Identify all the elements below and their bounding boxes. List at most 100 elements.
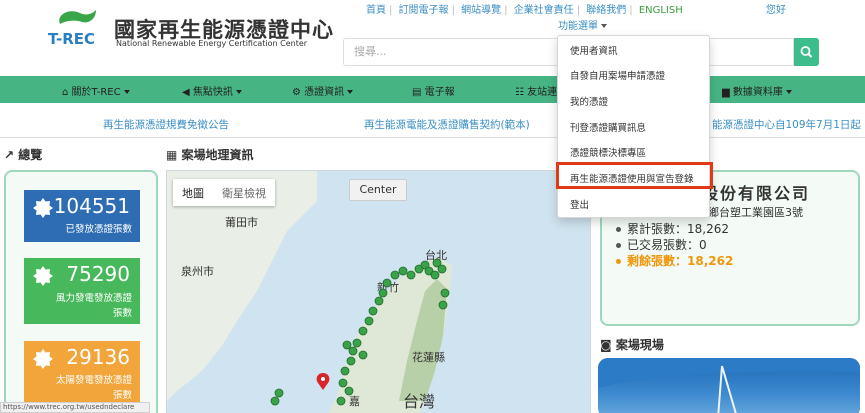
divider — [0, 137, 865, 138]
newspaper-icon: ▤ — [412, 87, 422, 98]
logo-title-en: National Renewable Energy Certification … — [116, 39, 308, 48]
site-marker — [348, 346, 358, 356]
certificate-badge-icon — [33, 349, 53, 369]
stat-card-wind: 75290 風力發電發放憑證 張數 — [24, 258, 140, 324]
binoculars-icon: ◙ — [600, 338, 612, 352]
site-marker — [390, 270, 400, 280]
map-section-title-text: 案場地理資訊 — [181, 148, 254, 162]
link-sitemap[interactable]: 網站導覽 — [461, 5, 501, 16]
bullet-icon — [616, 259, 621, 264]
logo-mark-text: T-REC — [48, 30, 95, 48]
site-marker — [352, 338, 362, 348]
link-subscribe[interactable]: 訂閱電子報 — [399, 5, 449, 16]
menu-item-self-use-apply[interactable]: 自發自用案場申請憑證 — [570, 68, 665, 82]
trec-logo-icon: T-REC — [48, 10, 96, 48]
site-marker — [382, 278, 392, 288]
site-photo — [598, 358, 860, 413]
menu-item-user-info[interactable]: 使用者資訊 — [570, 43, 618, 57]
site-logo[interactable]: T-REC 國家再生能源憑證中心 National Renewable Ener… — [46, 10, 333, 50]
nav-database-label: 數據資料庫 — [732, 87, 783, 98]
search-button[interactable] — [794, 38, 819, 66]
selected-site-pin-icon — [316, 373, 330, 390]
site-marker — [438, 300, 448, 310]
site-marker — [270, 396, 280, 406]
function-menu-toggle[interactable]: 功能選單 — [558, 17, 607, 32]
site-marker — [440, 288, 450, 298]
map-tab-map[interactable]: 地圖 — [173, 179, 213, 207]
site-stat-total-label: 累計張數： — [627, 222, 688, 236]
stat-wind-label-line: 風力發電發放憑證 — [55, 293, 132, 304]
caret-down-icon — [235, 90, 242, 94]
site-stat-traded-label: 已交易張數： — [627, 238, 700, 252]
stat-total-label: 已發放憑證張數 — [65, 224, 132, 235]
menu-item-logout[interactable]: 登出 — [570, 197, 589, 211]
map-label-putian: 莆田市 — [225, 215, 258, 229]
map-canvas: 莆田市 泉州市 台北 新竹 花蓮縣 台灣 嘉 — [167, 171, 452, 413]
link-csr[interactable]: 企業社會責任 — [514, 5, 574, 16]
announcement-item[interactable]: 能源憑證中心自109年7月1日起 — [712, 117, 861, 132]
map-tab-satellite[interactable]: 衛星檢視 — [213, 179, 275, 207]
site-photo-title: ◙ 案場現場 — [600, 336, 664, 353]
site-company-name: 股份有限公司 — [702, 184, 811, 203]
status-bar-url: https://www.trec.org.tw/usedndeclare — [0, 402, 150, 413]
home-icon: ⌂ — [62, 87, 69, 98]
announcement-item[interactable]: 再生能源憑證規費免徵公告 — [103, 117, 229, 132]
menu-item-highlight — [556, 162, 713, 189]
gear-icon: ⚙ — [292, 87, 301, 98]
menu-item-post-purchase[interactable]: 刊登憑證購買訊息 — [570, 120, 646, 134]
nav-newsletter[interactable]: ▤ 電子報 — [412, 83, 455, 98]
site-marker — [398, 266, 408, 276]
map-center-button[interactable]: Center — [349, 179, 407, 201]
map-type-tabs: 地圖 衛星檢視 — [173, 179, 275, 206]
top-links: 首頁 | 訂閱電子報 | 網站導覽 | 企業社會責任 | 聯絡我們 | ENGLISH — [366, 1, 683, 16]
stat-wind-label: 風力發電發放憑證 張數 — [56, 291, 132, 321]
link-contact[interactable]: 聯絡我們 — [586, 5, 626, 16]
nav-partner-sites-label: 友站連 — [527, 87, 558, 98]
site-marker — [336, 396, 346, 406]
site-photo-title-text: 案場現場 — [615, 338, 664, 352]
map-label-chiayi: 嘉 — [349, 394, 360, 408]
separator: | — [389, 5, 393, 16]
bullhorn-icon: ◀ — [182, 87, 190, 98]
menu-item-my-certificates[interactable]: 我的憑證 — [570, 94, 608, 108]
menu-item-bidding-area[interactable]: 憑證競標決標專區 — [570, 145, 646, 159]
site-marker — [406, 270, 416, 280]
site-stat-traded: 已交易張數：0 — [616, 236, 707, 253]
link-home[interactable]: 首頁 — [366, 5, 386, 16]
site-marker — [378, 288, 388, 298]
nav-about[interactable]: ⌂ 關於T-REC — [62, 83, 130, 98]
map-label-quanzhou: 泉州市 — [181, 264, 214, 278]
main-nav: ⌂ 關於T-REC ◀ 焦點快訊 ⚙ 憑證資訊 ▤ 電子報 ☷ 友站連 ▆ 數據… — [0, 76, 865, 103]
overview-title: ↗ 總覽 — [4, 146, 42, 163]
site-map[interactable]: 莆田市 泉州市 台北 新竹 花蓮縣 台灣 嘉 地圖 衛星檢視 Center — [166, 170, 591, 413]
function-menu-dropdown: 使用者資訊 自發自用案場申請憑證 我的憑證 刊登憑證購買訊息 憑證競標決標專區 … — [557, 35, 710, 218]
site-marker — [374, 296, 384, 306]
nav-database[interactable]: ▆ 數據資料庫 — [722, 83, 792, 98]
site-marker — [364, 316, 374, 326]
map-label-taiwan: 台灣 — [403, 392, 435, 411]
site-stat-remaining-value: 18,262 — [687, 254, 734, 268]
nav-news-label: 焦點快訊 — [192, 87, 233, 98]
announcement-item[interactable]: 再生能源電能及憑證購售契約(範本) — [364, 117, 530, 132]
link-english[interactable]: ENGLISH — [639, 5, 683, 16]
stat-solar-value: 29136 — [66, 345, 130, 369]
wind-turbine-image — [598, 358, 860, 413]
site-stat-remaining-label: 剩餘張數： — [627, 254, 688, 268]
site-marker — [346, 356, 356, 366]
map-icon: ▦ — [166, 148, 178, 162]
announcement-ticker: 再生能源憑證規費免徵公告 再生能源電能及憑證購售契約(範本) 能源憑證中心自10… — [0, 113, 865, 135]
separator: | — [451, 5, 455, 16]
line-chart-icon: ↗ — [4, 148, 15, 162]
nav-partner-sites[interactable]: ☷ 友站連 — [515, 83, 557, 98]
map-label-hualien: 花蓮縣 — [412, 350, 445, 364]
bullet-icon — [616, 227, 621, 232]
caret-down-icon — [785, 90, 792, 94]
nav-cert-info-label: 憑證資訊 — [304, 87, 345, 98]
nav-news[interactable]: ◀ 焦點快訊 — [182, 83, 242, 98]
site-marker — [358, 326, 368, 336]
nav-cert-info[interactable]: ⚙ 憑證資訊 — [292, 83, 354, 98]
caret-down-icon — [347, 90, 354, 94]
site-marker — [342, 340, 352, 350]
site-marker — [368, 306, 378, 316]
search-icon — [800, 46, 813, 58]
